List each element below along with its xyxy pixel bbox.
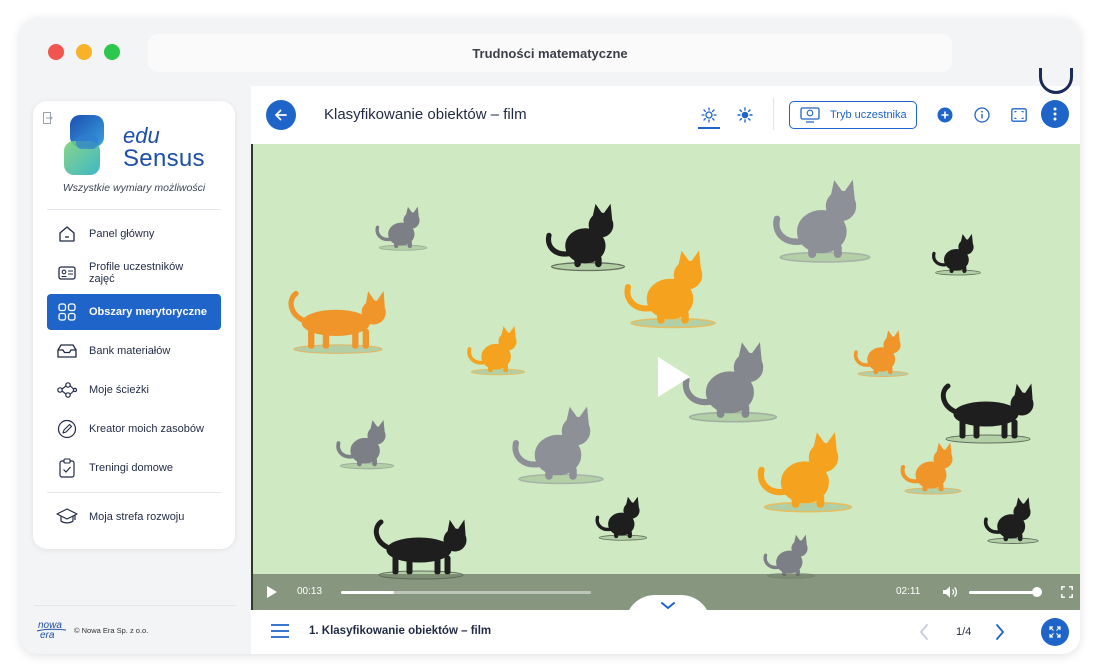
edusensus-logo-icon: [64, 115, 104, 175]
title-bar: Trudności matematyczne: [20, 18, 1080, 86]
participant-mode-label: Tryb uczestnika: [830, 109, 907, 121]
expand-view-button[interactable]: [1041, 618, 1069, 646]
volume-slider[interactable]: [969, 591, 1037, 594]
back-button[interactable]: [266, 100, 296, 130]
nav-item-kreator[interactable]: Kreator moich zasobów: [47, 411, 221, 447]
pencil-icon: [56, 418, 78, 440]
volume-icon[interactable]: [942, 585, 958, 599]
nav-item-label: Bank materiałów: [89, 345, 171, 357]
divider: [47, 209, 221, 210]
more-options-button[interactable]: [1041, 100, 1069, 128]
nav-item-label: Profile uczestników zajęć: [89, 261, 184, 285]
participant-mode-button[interactable]: Tryb uczestnika: [789, 101, 917, 129]
graduation-cap-icon: [56, 506, 78, 528]
light-theme-button[interactable]: [698, 104, 720, 126]
more-vertical-icon: [1053, 107, 1057, 121]
info-icon: [974, 107, 990, 123]
id-card-icon: [56, 262, 78, 284]
main-content: Klasyfikowanie obiektów – film Tryb ucze…: [251, 68, 1080, 654]
clipboard-check-icon: [56, 457, 78, 479]
nav-item-profile[interactable]: Profile uczestników zajęć: [47, 255, 221, 291]
nav-item-sciezki[interactable]: Moje ścieżki: [47, 372, 221, 408]
fullscreen-button[interactable]: [1008, 104, 1030, 126]
window-title: Trudności matematyczne: [148, 34, 952, 72]
logo-sensus-text: Sensus: [123, 145, 205, 172]
footer-divider: [34, 605, 236, 606]
volume-fill: [969, 591, 1037, 594]
seek-bar[interactable]: [341, 591, 591, 594]
menu-icon[interactable]: [271, 624, 289, 638]
nav-item-label: Moja strefa rozwoju: [89, 511, 185, 523]
play-icon[interactable]: [267, 586, 277, 598]
arrow-left-icon: [275, 109, 287, 121]
video-player[interactable]: 00:13 02:11: [251, 144, 1080, 610]
home-icon: [56, 223, 78, 245]
app-window: Trudności matematyczne edu Sensus Wszyst…: [20, 18, 1080, 654]
nav-item-strefa[interactable]: Moja strefa rozwoju: [47, 499, 221, 535]
avatar[interactable]: [1039, 68, 1073, 94]
nav-item-obszary[interactable]: Obszary merytoryczne: [47, 294, 221, 330]
page-indicator: 1/4: [956, 626, 972, 638]
nav-item-label: Obszary merytoryczne: [89, 306, 207, 318]
expand-frame-icon: [1011, 108, 1027, 122]
nav-item-label: Kreator moich zasobów: [89, 423, 204, 435]
divider: [47, 492, 221, 493]
chevron-down-icon: [661, 602, 675, 610]
content-bottombar: 1. Klasyfikowanie obiektów – film 1/4: [251, 610, 1080, 654]
previous-slide-button[interactable]: [917, 623, 931, 641]
high-contrast-button[interactable]: [734, 104, 756, 126]
share-nodes-icon: [56, 379, 78, 401]
nav-item-bank[interactable]: Bank materiałów: [47, 333, 221, 369]
video-fullscreen-icon[interactable]: [1061, 586, 1073, 598]
monitor-user-icon: [800, 107, 820, 123]
nav-item-label: Panel główny: [89, 228, 155, 240]
add-button[interactable]: [934, 104, 956, 126]
current-time: 00:13: [297, 586, 323, 597]
minimize-window-button[interactable]: [76, 44, 92, 60]
next-slide-button[interactable]: [993, 623, 1007, 641]
expand-arrows-icon: [1049, 626, 1061, 638]
grid-icon: [56, 301, 78, 323]
close-window-button[interactable]: [48, 44, 64, 60]
nowa-era-logo: nowa era: [36, 620, 67, 641]
nav-item-label: Treningi domowe: [89, 462, 173, 474]
slide-title: 1. Klasyfikowanie obiektów – film: [309, 625, 492, 637]
toolbar-divider: [773, 98, 774, 130]
nav-item-panel-glowny[interactable]: Panel główny: [47, 216, 221, 252]
duration: 02:11: [896, 586, 921, 597]
nav-item-label: Moje ścieżki: [89, 384, 149, 396]
sun-outline-icon: [701, 107, 717, 123]
tagline: Wszystkie wymiary możliwości: [62, 182, 206, 194]
sidebar: edu Sensus Wszystkie wymiary możliwości …: [33, 101, 235, 549]
content-topbar: Klasyfikowanie obiektów – film Tryb ucze…: [251, 68, 1080, 144]
big-play-icon[interactable]: [657, 356, 691, 398]
sun-filled-icon: [737, 107, 753, 123]
seek-bar-fill: [341, 591, 394, 594]
volume-handle[interactable]: [1032, 587, 1042, 597]
collapse-sidebar-icon[interactable]: [43, 112, 53, 124]
copyright-text: © Nowa Era Sp. z o.o.: [74, 626, 149, 635]
plus-circle-icon: [937, 107, 953, 123]
maximize-window-button[interactable]: [104, 44, 120, 60]
active-theme-indicator: [698, 127, 720, 129]
info-button[interactable]: [971, 104, 993, 126]
nav-item-treningi[interactable]: Treningi domowe: [47, 450, 221, 486]
logo-brand-bottom: era: [40, 630, 55, 641]
page-title: Klasyfikowanie obiektów – film: [324, 106, 527, 123]
inbox-icon: [56, 340, 78, 362]
